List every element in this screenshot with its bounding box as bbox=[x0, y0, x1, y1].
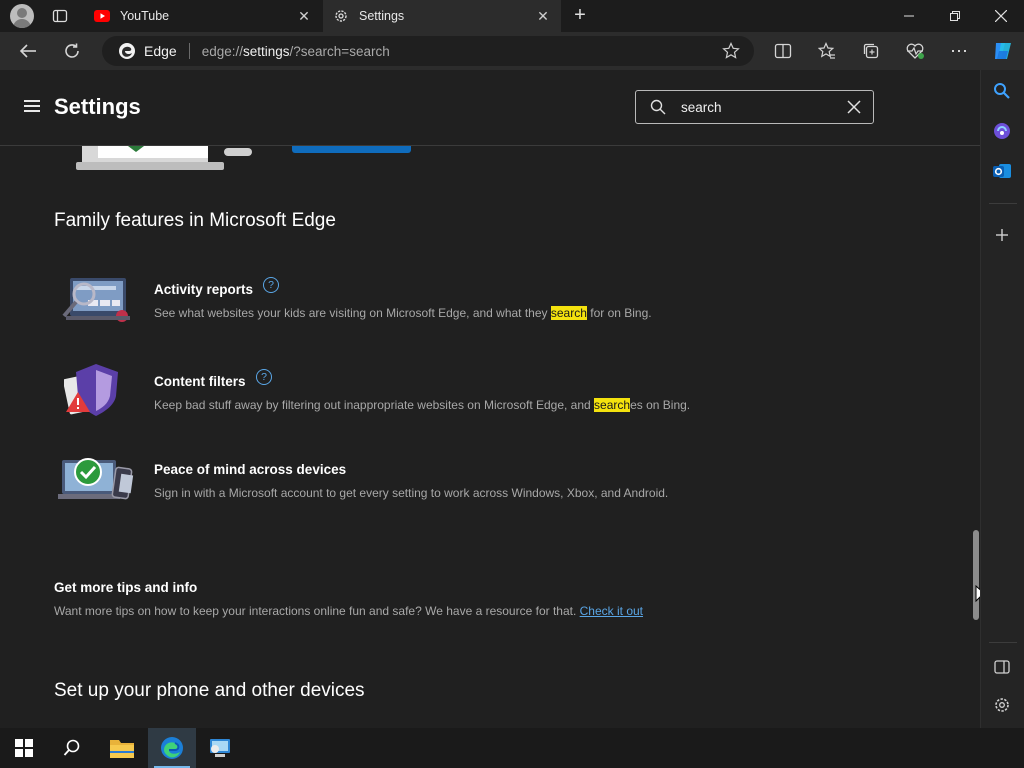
search-value: search bbox=[681, 100, 722, 115]
close-tab-icon[interactable]: ✕ bbox=[535, 8, 551, 24]
add-sidebar-app-icon[interactable] bbox=[993, 226, 1011, 244]
tab-label: YouTube bbox=[120, 9, 170, 23]
favorites-icon[interactable] bbox=[816, 40, 838, 62]
edge-logo-icon bbox=[118, 42, 136, 60]
minimize-button[interactable] bbox=[886, 0, 932, 32]
search-icon[interactable] bbox=[993, 82, 1011, 100]
address-bar[interactable]: Edge edge://settings/?search=search bbox=[102, 36, 754, 66]
tab-settings[interactable]: Settings ✕ bbox=[323, 0, 561, 32]
copilot-icon[interactable] bbox=[990, 38, 1016, 64]
sidebar-divider bbox=[989, 642, 1017, 643]
peace-of-mind-title: Peace of mind across devices bbox=[154, 462, 347, 477]
search-highlight: search bbox=[594, 398, 631, 412]
tips-description: Want more tips on how to keep your inter… bbox=[54, 604, 643, 618]
browser-toolbar: Edge edge://settings/?search=search ⋯ bbox=[0, 32, 1024, 70]
more-options-icon[interactable]: ⋯ bbox=[948, 40, 970, 62]
activity-reports-description: See what websites your kids are visiting… bbox=[154, 306, 652, 320]
desc-text: Keep bad stuff away by filtering out ina… bbox=[154, 398, 595, 412]
taskbar-search-icon[interactable] bbox=[48, 728, 96, 768]
content-filters-help-icon[interactable]: ? bbox=[256, 369, 272, 385]
restore-button[interactable] bbox=[932, 0, 978, 32]
page-title: Settings bbox=[54, 94, 141, 119]
peace-of-mind-illustration bbox=[58, 454, 136, 506]
activity-reports-title: Activity reports bbox=[154, 282, 254, 297]
youtube-icon bbox=[94, 10, 110, 22]
settings-header: Settings search bbox=[0, 70, 980, 146]
hide-sidebar-icon[interactable] bbox=[993, 658, 1011, 676]
scrollbar-track[interactable] bbox=[970, 146, 980, 728]
desc-text: for on Bing. bbox=[586, 306, 652, 320]
split-screen-icon[interactable] bbox=[772, 40, 794, 62]
edge-taskbar-icon[interactable] bbox=[148, 728, 196, 768]
customize-sidebar-gear-icon[interactable] bbox=[993, 696, 1011, 714]
gear-icon bbox=[333, 8, 349, 24]
peace-of-mind-description: Sign in with a Microsoft account to get … bbox=[154, 486, 669, 500]
tab-label: Settings bbox=[359, 9, 405, 23]
profile-avatar[interactable] bbox=[10, 4, 34, 28]
menu-icon[interactable] bbox=[24, 100, 40, 112]
edge-sidebar bbox=[980, 70, 1024, 728]
url-rest: /?search=search bbox=[289, 43, 390, 59]
copilot-sidebar-icon[interactable] bbox=[993, 122, 1011, 140]
collections-icon[interactable] bbox=[860, 40, 882, 62]
start-button[interactable] bbox=[0, 728, 48, 768]
settings-search-input[interactable]: search bbox=[635, 90, 874, 124]
tab-youtube[interactable]: YouTube ✕ bbox=[84, 0, 322, 32]
file-explorer-icon[interactable] bbox=[98, 728, 146, 768]
new-tab-button[interactable]: + bbox=[568, 4, 592, 28]
url-prefix: edge:// bbox=[201, 43, 243, 59]
desc-text: es on Bing. bbox=[630, 398, 691, 412]
windows-taskbar bbox=[0, 728, 1024, 768]
family-hero-illustration bbox=[76, 146, 256, 172]
tips-title: Get more tips and info bbox=[54, 580, 198, 595]
search-highlight: search bbox=[550, 306, 587, 320]
tab-actions-icon[interactable] bbox=[52, 8, 68, 24]
close-window-button[interactable] bbox=[978, 0, 1024, 32]
check-it-out-link[interactable]: Check it out bbox=[580, 604, 643, 618]
url-text: edge://settings/?search=search bbox=[202, 44, 390, 59]
family-features-title: Family features in Microsoft Edge bbox=[54, 210, 336, 231]
browser-essentials-icon[interactable] bbox=[904, 40, 926, 62]
scrollbar-thumb[interactable] bbox=[973, 530, 979, 620]
sidebar-divider bbox=[989, 203, 1017, 204]
close-tab-icon[interactable]: ✕ bbox=[296, 8, 312, 24]
settings-content: Family features in Microsoft Edge Activi… bbox=[0, 146, 970, 728]
search-icon bbox=[650, 99, 666, 120]
phone-devices-title: Set up your phone and other devices bbox=[54, 680, 365, 701]
activity-reports-help-icon[interactable]: ? bbox=[263, 277, 279, 293]
activity-reports-illustration bbox=[58, 274, 132, 324]
title-bar: YouTube ✕ Settings ✕ + bbox=[0, 0, 1024, 32]
desc-text: See what websites your kids are visiting… bbox=[154, 306, 551, 320]
content-filters-description: Keep bad stuff away by filtering out ina… bbox=[154, 398, 690, 412]
content-filters-title: Content filters bbox=[154, 374, 246, 389]
content-filters-illustration bbox=[62, 362, 128, 418]
address-separator bbox=[188, 43, 190, 59]
site-label: Edge bbox=[144, 43, 177, 59]
hero-action-button[interactable] bbox=[292, 146, 411, 153]
tips-text: Want more tips on how to keep your inter… bbox=[54, 604, 580, 618]
url-host: settings bbox=[243, 43, 290, 59]
control-panel-icon[interactable] bbox=[196, 728, 244, 768]
favorite-star-icon[interactable] bbox=[722, 42, 740, 60]
clear-search-icon[interactable] bbox=[845, 98, 863, 121]
back-arrow-icon[interactable] bbox=[17, 40, 39, 62]
outlook-icon[interactable] bbox=[993, 162, 1011, 180]
refresh-icon[interactable] bbox=[61, 40, 83, 62]
